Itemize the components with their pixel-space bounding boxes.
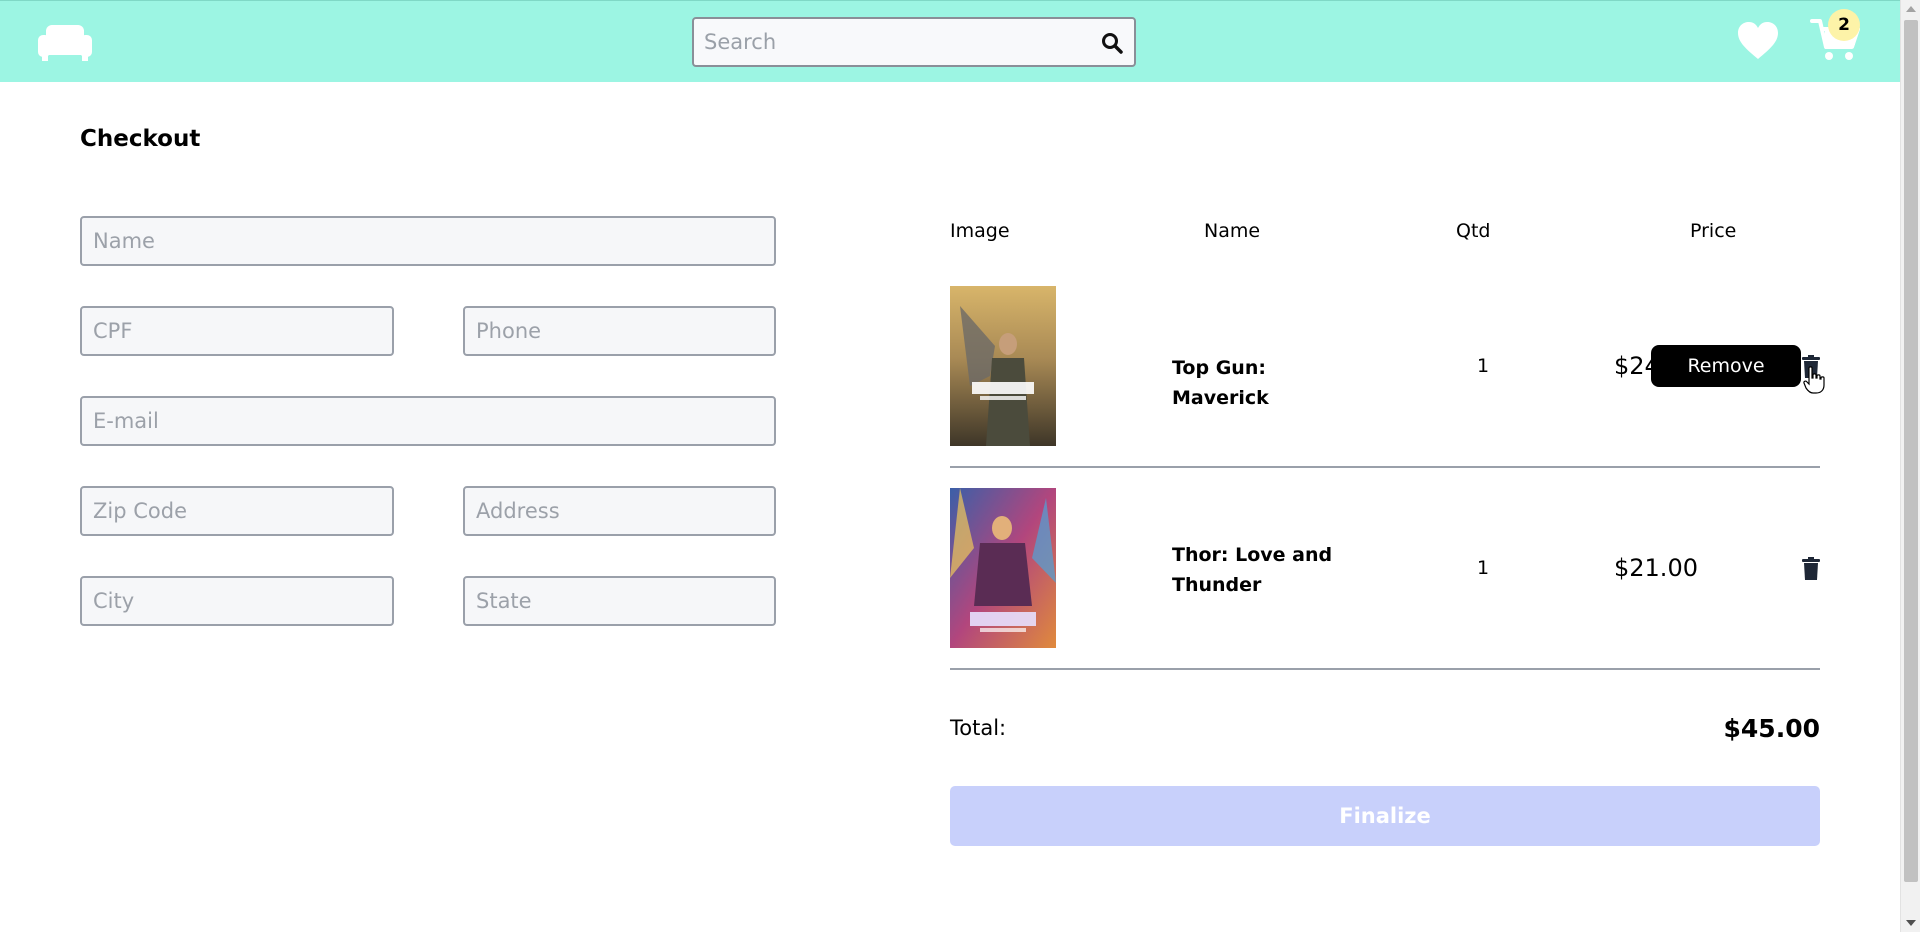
sofa-logo-icon[interactable] (38, 23, 92, 61)
cart-count-badge: 2 (1828, 9, 1860, 41)
search-box (692, 17, 1136, 67)
row-divider (950, 668, 1820, 670)
scroll-up-arrow-icon[interactable] (1906, 6, 1916, 12)
search-input[interactable] (704, 27, 1084, 57)
email-field[interactable] (80, 396, 776, 446)
column-header-name: Name (1204, 220, 1261, 242)
trash-icon[interactable] (1801, 557, 1821, 581)
total-label: Total: (950, 716, 1007, 740)
total-value: $45.00 (1723, 714, 1820, 743)
city-field[interactable] (80, 576, 394, 626)
phone-field[interactable] (463, 306, 776, 356)
address-field[interactable] (463, 486, 776, 536)
scrollbar-thumb[interactable] (1904, 20, 1918, 882)
hand-cursor-icon (1803, 366, 1825, 394)
item-quantity: 1 (1477, 355, 1490, 377)
page-title: Checkout (80, 126, 201, 152)
item-quantity: 1 (1477, 557, 1490, 579)
remove-tooltip: Remove (1651, 345, 1801, 387)
zip-code-field[interactable] (80, 486, 394, 536)
vertical-scrollbar[interactable] (1900, 0, 1920, 932)
row-divider (950, 466, 1820, 468)
state-field[interactable] (463, 576, 776, 626)
finalize-button[interactable]: Finalize (950, 786, 1820, 846)
item-name: Thor: Love and Thunder (1172, 544, 1333, 596)
top-navbar: 2 (0, 0, 1900, 82)
column-header-image: Image (950, 220, 1010, 242)
top-gun-poster-image (950, 286, 1056, 446)
item-price: $21.00 (1614, 554, 1698, 582)
item-name: Top Gun: Maverick (1172, 357, 1269, 409)
heart-icon[interactable] (1736, 21, 1780, 61)
search-icon[interactable] (1100, 31, 1124, 55)
thor-poster-image (950, 488, 1056, 648)
scroll-down-arrow-icon[interactable] (1906, 920, 1916, 926)
column-header-price: Price (1690, 220, 1737, 242)
cpf-field[interactable] (80, 306, 394, 356)
column-header-qtd: Qtd (1456, 220, 1491, 242)
name-field[interactable] (80, 216, 776, 266)
